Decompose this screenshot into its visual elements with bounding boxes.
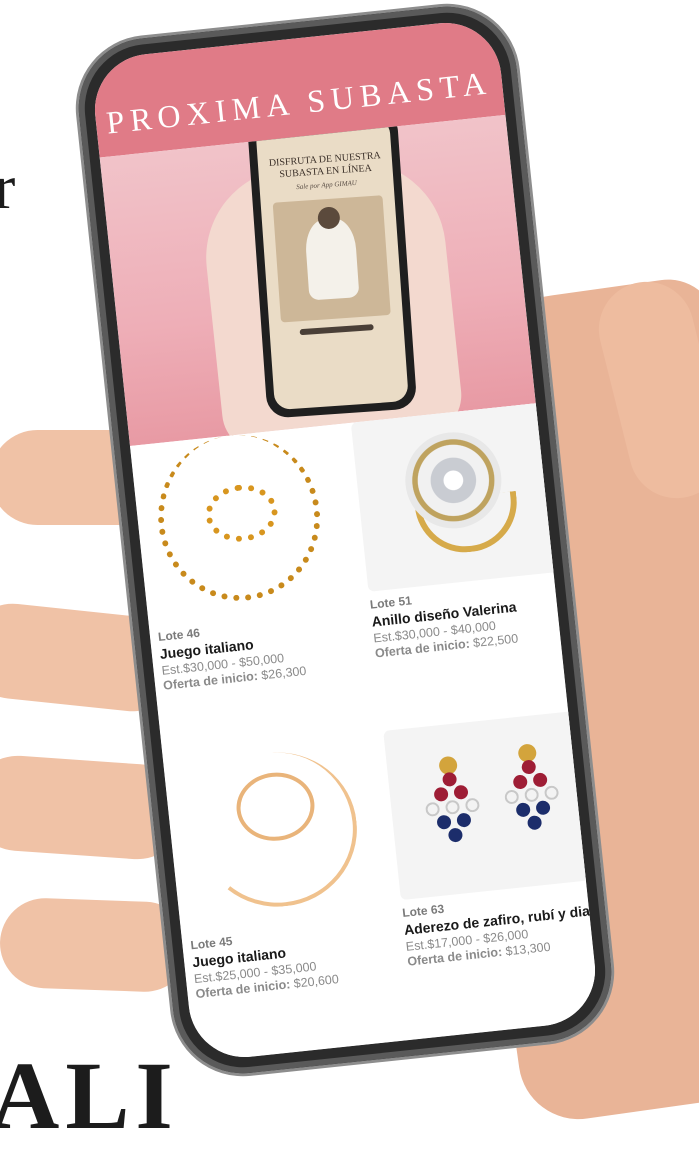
diamond-gem	[523, 787, 540, 803]
sapphire-gem	[535, 800, 551, 816]
hero-banner[interactable]: DISFRUTA DE NUESTRA SUBASTA EN LÍNEA Sal…	[99, 114, 536, 446]
diamond-gem	[543, 785, 560, 801]
background-text-ali: ALI	[0, 1042, 179, 1149]
product-card-lote-45[interactable]: Lote 45 Juego italiano Est.$25,000 - $35…	[171, 742, 395, 1001]
sapphire-gem	[456, 812, 472, 828]
ruby-gem	[512, 774, 528, 790]
sapphire-gem	[447, 827, 464, 843]
ruby-gem	[532, 772, 548, 788]
product-card-lote-46[interactable]: Lote 46 Juego italiano Est.$30,000 - $50…	[138, 426, 363, 693]
earring-left	[417, 755, 488, 853]
mini-phone-artwork	[272, 195, 391, 323]
diamond-gem	[424, 801, 441, 818]
ruby-gem	[433, 786, 449, 803]
ruby-gem	[441, 771, 458, 788]
sapphire-ruby-earrings-image	[383, 711, 590, 901]
diamond-gem	[444, 799, 461, 815]
artwork-figure	[303, 217, 360, 301]
diamond-ring-image	[350, 402, 558, 592]
background-letter-r: r	[0, 151, 16, 222]
diamond-gem	[504, 789, 520, 805]
ruby-gem	[521, 759, 537, 775]
multi-strand-necklace-image	[171, 743, 379, 933]
earring-right	[496, 743, 567, 841]
mini-phone-button	[299, 324, 374, 336]
sapphire-gem	[515, 802, 531, 818]
sapphire-gem	[526, 815, 543, 831]
gold-chain-bracelet-image	[138, 426, 346, 625]
ruby-gem	[453, 784, 469, 800]
diamond-gem	[464, 797, 481, 813]
product-grid: Lote 46 Juego italiano Est.$30,000 - $50…	[129, 402, 601, 1063]
mini-phone-screen: DISFRUTA DE NUESTRA SUBASTA EN LÍNEA Sal…	[255, 117, 409, 411]
hero-mini-phone: DISFRUTA DE NUESTRA SUBASTA EN LÍNEA Sal…	[246, 114, 418, 419]
sapphire-gem	[436, 814, 452, 830]
product-card-lote-63[interactable]: Lote 63 Aderezo de zafiro, rubí y dia...…	[383, 710, 601, 969]
